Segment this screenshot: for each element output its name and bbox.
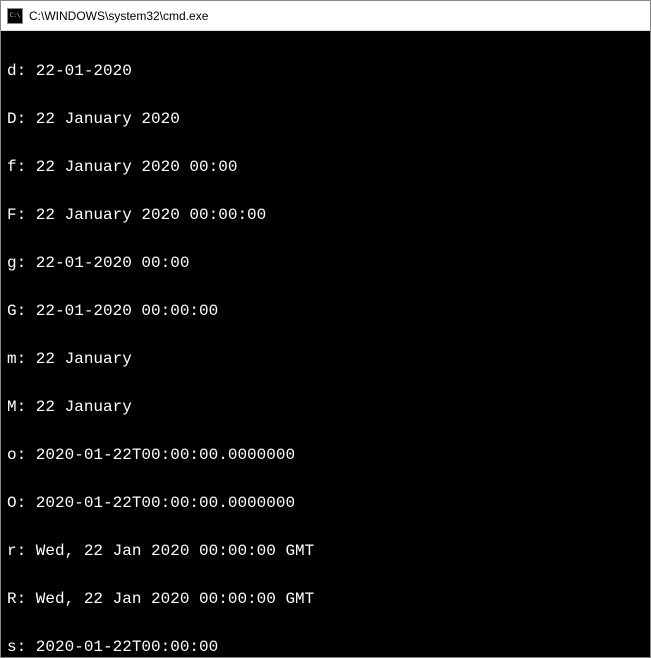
titlebar[interactable]: C:\WINDOWS\system32\cmd.exe bbox=[1, 1, 650, 31]
console-line: o: 2020-01-22T00:00:00.0000000 bbox=[7, 443, 644, 467]
console-line: s: 2020-01-22T00:00:00 bbox=[7, 635, 644, 657]
console-line: m: 22 January bbox=[7, 347, 644, 371]
console-line: R: Wed, 22 Jan 2020 00:00:00 GMT bbox=[7, 587, 644, 611]
console-line: d: 22-01-2020 bbox=[7, 59, 644, 83]
console-line: O: 2020-01-22T00:00:00.0000000 bbox=[7, 491, 644, 515]
console-line: M: 22 January bbox=[7, 395, 644, 419]
window-title: C:\WINDOWS\system32\cmd.exe bbox=[29, 9, 644, 23]
console-line: g: 22-01-2020 00:00 bbox=[7, 251, 644, 275]
console-line: D: 22 January 2020 bbox=[7, 107, 644, 131]
console-line: F: 22 January 2020 00:00:00 bbox=[7, 203, 644, 227]
cmd-window: C:\WINDOWS\system32\cmd.exe d: 22-01-202… bbox=[0, 0, 651, 658]
console-line: f: 22 January 2020 00:00 bbox=[7, 155, 644, 179]
cmd-icon bbox=[7, 8, 23, 24]
console-line: G: 22-01-2020 00:00:00 bbox=[7, 299, 644, 323]
console-output[interactable]: d: 22-01-2020 D: 22 January 2020 f: 22 J… bbox=[1, 31, 650, 657]
console-line: r: Wed, 22 Jan 2020 00:00:00 GMT bbox=[7, 539, 644, 563]
